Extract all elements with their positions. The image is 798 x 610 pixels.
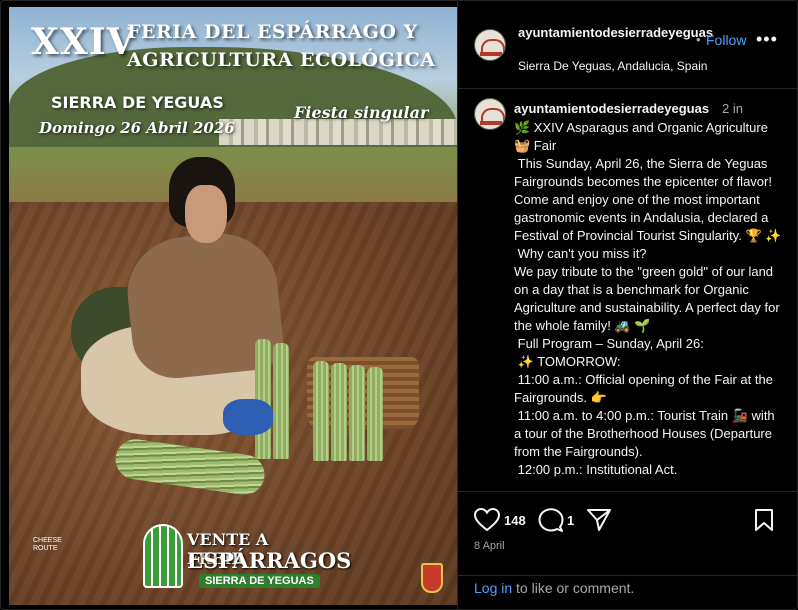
poster-date: Domingo 26 Abril 2026	[39, 119, 235, 137]
comments-count[interactable]: 1	[567, 513, 574, 528]
separator-dot: •	[696, 32, 701, 47]
poster-town	[219, 119, 457, 145]
instagram-post-window: XXIV FERIA DEL ESPÁRRAGO Y AGRICULTURA E…	[0, 0, 798, 610]
avatar[interactable]	[474, 29, 506, 61]
post-date[interactable]: 8 April	[474, 540, 505, 552]
likes-count[interactable]: 148	[504, 513, 526, 528]
login-link[interactable]: Log in	[474, 580, 512, 596]
more-options-icon[interactable]: •••	[756, 29, 778, 50]
caption-timestamp: 2 in	[722, 101, 743, 116]
bookmark-icon[interactable]	[754, 508, 774, 532]
poster-title-line2: AGRICULTURA ECOLÓGICA	[127, 49, 436, 71]
login-prompt: Log in to like or comment.	[458, 575, 797, 609]
logo-line3: SIERRA DE YEGUAS	[199, 574, 320, 588]
town-crest-icon	[421, 563, 443, 593]
event-logo: VENTE A FREIR ESPÁRRAGOS SIERRA DE YEGUA…	[139, 522, 351, 592]
caption-avatar[interactable]	[474, 98, 506, 130]
location-link[interactable]: Sierra De Yeguas, Andalucia, Spain	[518, 59, 707, 73]
woman-face	[185, 185, 227, 243]
post-sidebar: ayuntamientodesierradeyeguas • Follow ••…	[457, 1, 797, 609]
asparagus-bundle	[349, 365, 365, 461]
sponsor-logo: CHEESE ROUTE	[33, 537, 62, 552]
share-icon[interactable]	[586, 508, 612, 532]
follow-button[interactable]: Follow	[706, 32, 746, 48]
poster-tagline: Fiesta singular	[294, 103, 429, 122]
caption-username[interactable]: ayuntamientodesierradeyeguas	[514, 101, 709, 116]
comment-icon[interactable]	[538, 508, 564, 532]
blue-glove	[223, 399, 273, 435]
poster-title-line1: FERIA DEL ESPÁRRAGO Y	[127, 21, 418, 43]
asparagus-bundle	[313, 361, 329, 461]
post-header: ayuntamientodesierradeyeguas • Follow ••…	[458, 1, 797, 89]
post-image[interactable]: XXIV FERIA DEL ESPÁRRAGO Y AGRICULTURA E…	[9, 7, 457, 605]
caption-area[interactable]: ayuntamientodesierradeyeguas 2 in 🌿 XXIV…	[458, 90, 797, 491]
asparagus-bundle	[331, 363, 347, 461]
asparagus-bundle	[367, 367, 383, 461]
action-bar: 148 1 8 April	[458, 491, 797, 575]
caption-text: 🌿 XXIV Asparagus and Organic Agriculture…	[514, 120, 782, 477]
login-prompt-text: to like or comment.	[512, 580, 635, 596]
poster-edition-number: XXIV	[31, 21, 136, 63]
header-username[interactable]: ayuntamientodesierradeyeguas	[518, 24, 713, 41]
logo-line2: ESPÁRRAGOS	[187, 548, 352, 573]
asparagus-logo-icon	[143, 524, 183, 588]
heart-icon[interactable]	[474, 508, 500, 532]
asparagus-bundle	[273, 343, 289, 459]
poster-place: SIERRA DE YEGUAS	[51, 93, 224, 112]
